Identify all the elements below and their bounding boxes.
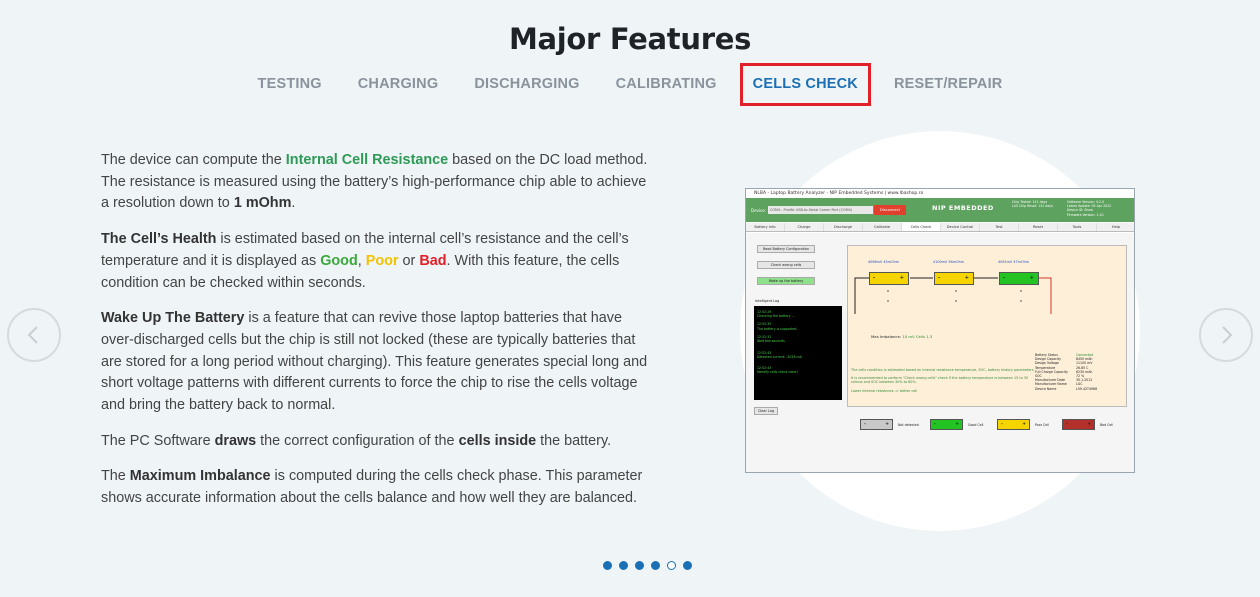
tab-calibrating[interactable]: CALIBRATING [603,63,730,106]
cell-dot [887,300,889,302]
legend-bad-label: Bad Cell [1100,423,1114,427]
legend-not-detected-cell: - + [860,419,893,430]
cell-dot [1020,300,1022,302]
clear-log-button: Clear Log [754,407,778,415]
check-cells-button: Check wrong cells [757,261,815,269]
carousel-dot-5[interactable] [667,561,676,570]
battery-status-labels: Battery Status Design Capacity Design Vo… [1035,353,1068,391]
app-logo: NIP EMBEDDED [932,204,994,212]
app-tab: Calibrate [863,223,902,231]
wire-positive [1038,277,1052,314]
read-config-button: Read Battery Configuration [757,245,815,253]
carousel-next-button[interactable] [1199,308,1253,362]
log-label: Intelligent Log [755,299,780,303]
app-tab-cells-check: Cells Check [902,223,941,231]
cell-dot [1020,290,1022,292]
paragraph-internal-resistance: The device can compute the Internal Cell… [101,152,648,212]
chevron-left-icon [27,326,38,344]
cell-2: - + [934,272,974,285]
cell-3: - + [999,272,1039,285]
cells-notes: The cells condition is estimated based o… [851,368,1034,393]
carousel-dot-6[interactable] [683,561,692,570]
chevron-right-icon [1222,326,1233,344]
app-tab: Battery Info [746,223,785,231]
carousel-prev-button[interactable] [7,308,61,362]
tab-cells-check[interactable]: CELLS CHECK [739,63,871,106]
legend-good-label: Good Cell [968,423,984,427]
wake-up-button: Wake up the battery [757,277,815,285]
tab-discharging[interactable]: DISCHARGING [461,63,592,106]
max-imbalance: Max Imbalance: 10 mV Cells 1-3 [871,334,933,339]
legend-bad-cell: - + [1062,419,1095,430]
app-tab: Tools [1058,223,1097,231]
paragraph-cell-health: The Cell’s Health is estimated based on … [101,231,629,291]
chip-info: Chip Tested: 141 days LLD Chip Reset: 14… [1012,200,1053,209]
tab-testing[interactable]: TESTING [245,63,335,106]
legend-poor-label: Poor Cell [1035,423,1049,427]
intelligent-log: 12:52:29 Checking the battery ... 12:52:… [754,306,842,400]
legend-not-detected-label: Not detected [898,423,919,427]
app-tab: Test [980,223,1019,231]
feature-description: The device can compute the Internal Cell… [101,150,656,524]
app-tab: Charge [785,223,824,231]
cell-3-label: 4061mV 47mOhm [998,260,1030,264]
cell-2-label: 4100mV 56mOhm [933,260,965,264]
software-info: Software Version: 4.2.0 Latest Update: 0… [1067,200,1112,217]
app-window-title: NLBA - Laptop Battery Analyzer - NIP Emb… [746,189,1134,198]
tab-charging[interactable]: CHARGING [345,63,452,106]
tab-reset-repair[interactable]: RESET/REPAIR [881,63,1015,106]
paragraph-wake-up: Wake Up The Battery is a feature that ca… [101,310,648,414]
carousel-dot-2[interactable] [619,561,628,570]
app-tab: Help [1097,223,1134,231]
wire-negative [854,277,870,314]
app-tab: Device Control [941,223,980,231]
carousel-dots [603,561,692,570]
cell-dot [887,290,889,292]
cell-dot [955,290,957,292]
carousel-dot-4[interactable] [651,561,660,570]
cells-panel: 4066mV 45mOhm - + 4100mV 56mOhm - + 4061mV… [847,245,1127,407]
paragraph-pc-software: The PC Software draws the correct config… [101,432,612,449]
app-header: Device: COM4 - Prolific USB-to-Serial Co… [746,198,1134,222]
device-label: Device: [751,208,767,213]
legend-poor-cell: - + [997,419,1030,430]
app-tab: Discharge [824,223,863,231]
device-select: COM4 - Prolific USB-to-Serial Comm Port … [768,206,873,214]
app-body: Read Battery Configuration Check wrong c… [746,233,1134,472]
battery-status-values: Connected 8450 mAh 11100 mV 26.85 C 6230… [1076,353,1098,391]
app-tab: Reset [1019,223,1058,231]
app-screenshot: NLBA - Laptop Battery Analyzer - NIP Emb… [745,188,1135,473]
legend-good-cell: - + [930,419,963,430]
cell-1-label: 4066mV 45mOhm [868,260,900,264]
app-tabs: Battery Info Charge Discharge Calibrate … [746,223,1134,232]
carousel-dot-1[interactable] [603,561,612,570]
cell-dot [955,300,957,302]
disconnect-button: Disconnect [874,205,906,215]
page-title: Major Features [508,22,752,56]
feature-tabs: TESTING CHARGING DISCHARGING CALIBRATING… [0,63,1260,106]
cell-1: - + [869,272,909,285]
paragraph-max-imbalance: The Maximum Imbalance is computed during… [101,468,643,507]
carousel-dot-3[interactable] [635,561,644,570]
